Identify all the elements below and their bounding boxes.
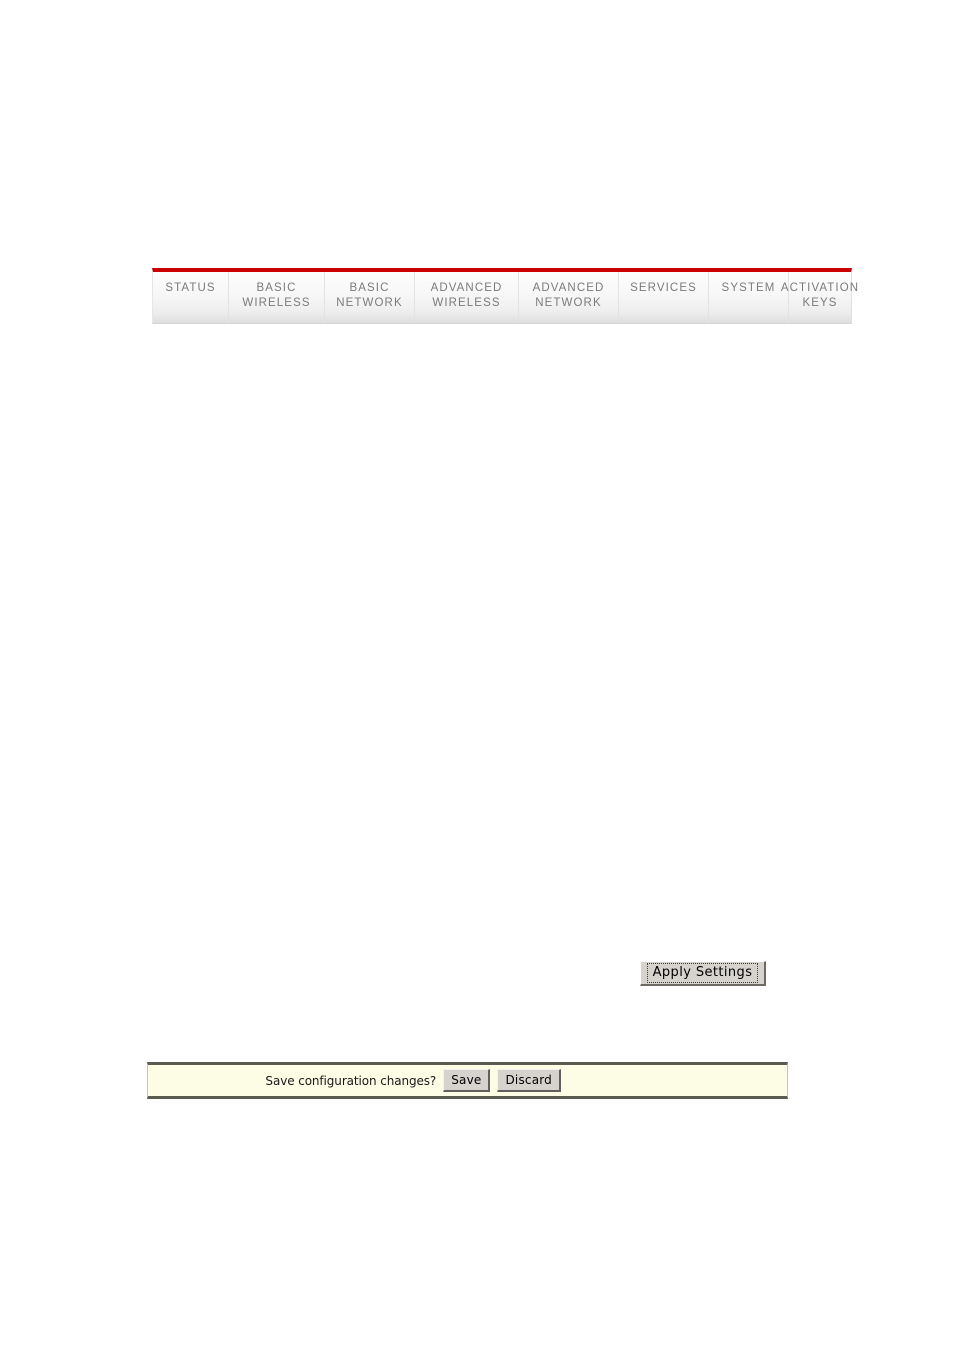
tab-advanced-network[interactable]: ADVANCED NETWORK — [519, 272, 619, 323]
tab-activation-keys[interactable]: ACTIVATION KEYS — [781, 272, 858, 323]
tab-status[interactable]: STATUS — [153, 272, 229, 323]
apply-settings-button[interactable]: Apply Settings — [640, 961, 766, 986]
tab-services[interactable]: SERVICES — [619, 272, 709, 323]
save-configuration-bar: Save configuration changes? Save Discard — [147, 1062, 788, 1099]
discard-button[interactable]: Discard — [497, 1069, 561, 1092]
tab-system[interactable]: SYSTEM — [709, 272, 789, 323]
tab-basic-network[interactable]: BASIC NETWORK — [325, 272, 415, 323]
save-button[interactable]: Save — [443, 1069, 491, 1092]
tab-basic-wireless[interactable]: BASIC WIRELESS — [229, 272, 325, 323]
main-navigation-tabs: STATUS BASIC WIRELESS BASIC NETWORK ADVA… — [152, 268, 858, 324]
apply-settings-button-label: Apply Settings — [646, 963, 759, 983]
save-configuration-prompt: Save configuration changes? — [265, 1073, 437, 1088]
tab-advanced-wireless[interactable]: ADVANCED WIRELESS — [415, 272, 519, 323]
